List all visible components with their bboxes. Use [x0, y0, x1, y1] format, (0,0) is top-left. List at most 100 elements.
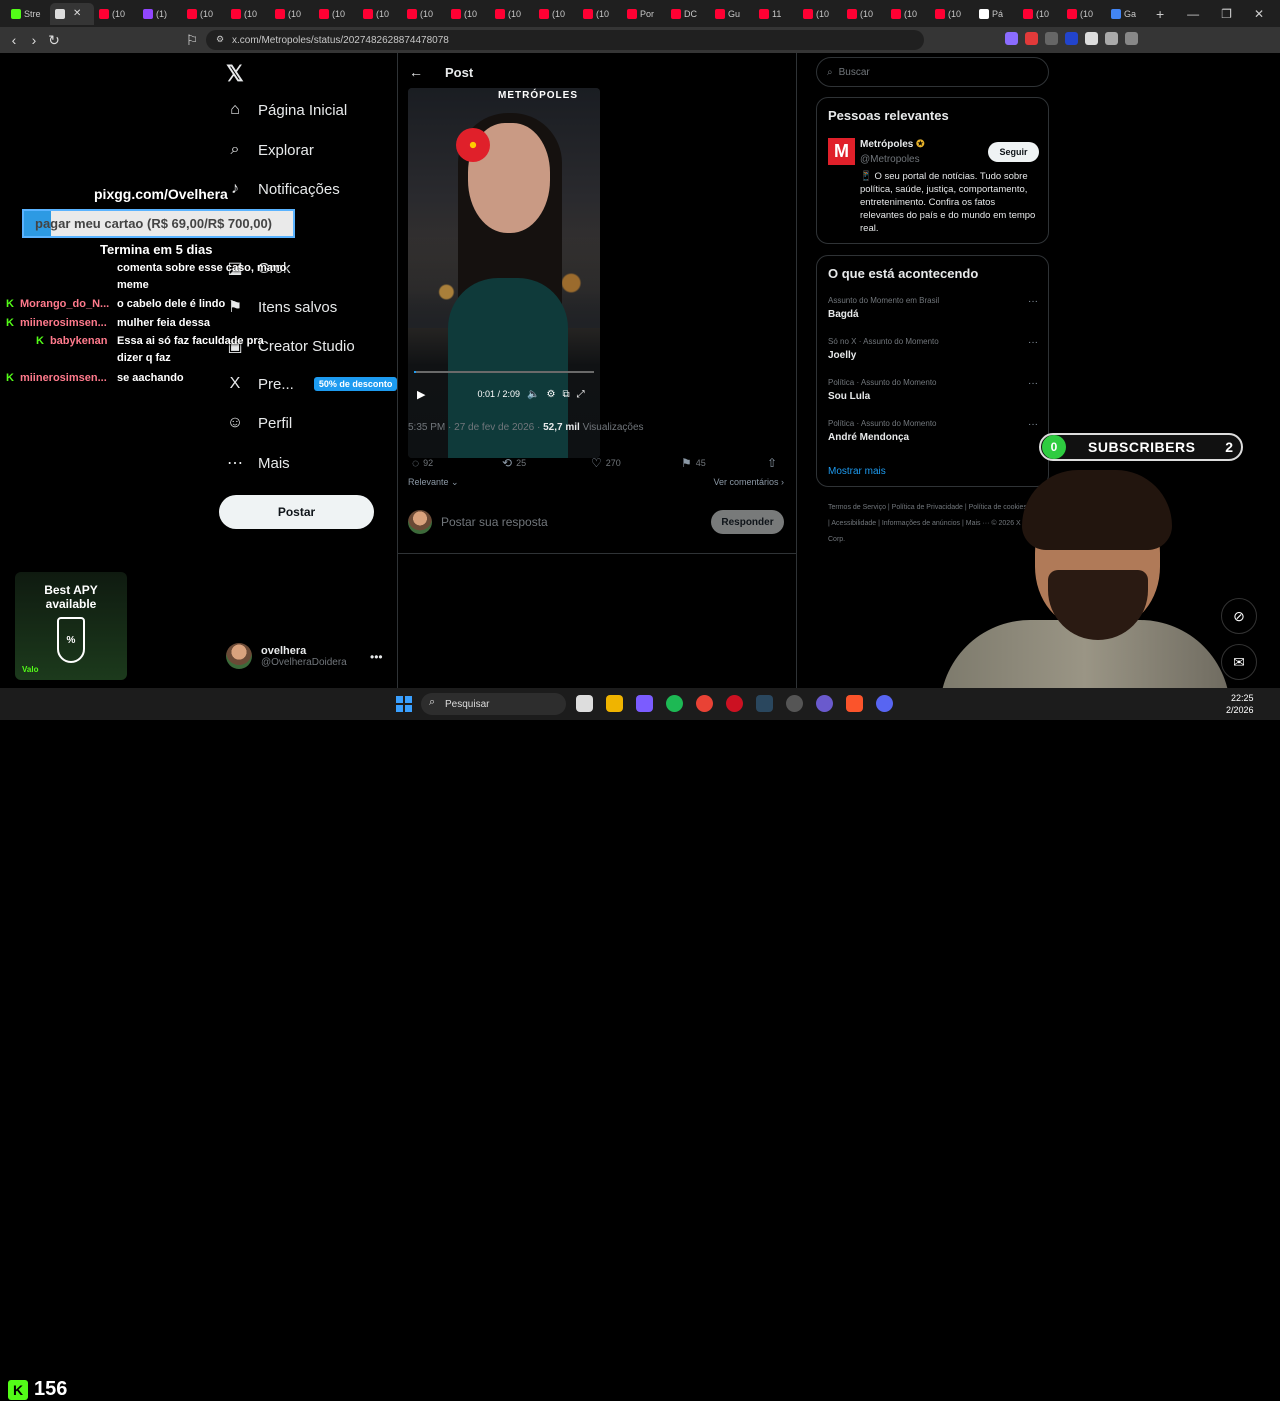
folder-icon[interactable]	[606, 695, 623, 712]
file-explorer-icon[interactable]	[576, 695, 593, 712]
browser-tab[interactable]: (10	[930, 3, 974, 25]
browser-tab[interactable]: 11	[754, 3, 798, 25]
more-icon[interactable]: ···	[1028, 296, 1038, 307]
browser-tab[interactable]: (10	[270, 3, 314, 25]
extension-icon[interactable]	[1005, 32, 1018, 45]
brave-icon[interactable]	[846, 695, 863, 712]
browser-tab[interactable]: (10	[578, 3, 622, 25]
volume-icon[interactable]: 🔈	[527, 389, 539, 400]
browser-tab[interactable]: (10	[1018, 3, 1062, 25]
more-icon[interactable]: ···	[1028, 337, 1038, 348]
trend-item[interactable]: Política · Assunto do Momento Sou Lula ···	[828, 378, 1038, 402]
x-logo-icon[interactable]: 𝕏	[226, 61, 244, 87]
pip-icon[interactable]: ⧉	[562, 389, 569, 400]
show-more-link[interactable]: Mostrar mais	[828, 466, 886, 477]
browser-tab[interactable]: (10	[358, 3, 402, 25]
browser-tab[interactable]: (10	[314, 3, 358, 25]
messages-float-icon[interactable]: ✉	[1221, 644, 1257, 680]
post-timestamp[interactable]: 5:35 PM · 27 de fev de 2026 ·	[408, 422, 543, 433]
extension-icon[interactable]	[1125, 32, 1138, 45]
browser-tab[interactable]: (10	[226, 3, 270, 25]
fullscreen-icon[interactable]: ⤢	[577, 389, 585, 400]
metropoles-logo-icon[interactable]: M	[828, 138, 855, 165]
premium-discount-badge[interactable]: 50% de desconto	[313, 377, 398, 391]
post-button[interactable]: Postar	[219, 495, 374, 529]
nav-item[interactable]: ⌕ Explorar	[226, 141, 314, 159]
browser-tab[interactable]: DC	[666, 3, 710, 25]
sort-dropdown[interactable]: Relevante ⌄	[408, 477, 459, 488]
spotify-icon[interactable]	[666, 695, 683, 712]
back-arrow-icon[interactable]: ←	[409, 64, 423, 80]
back-icon[interactable]: ‹	[4, 32, 24, 48]
repost-action[interactable]: ⟲ 25	[502, 456, 591, 470]
browser-tab[interactable]: (10	[446, 3, 490, 25]
browser-tab[interactable]: (10	[1062, 3, 1106, 25]
reload-icon[interactable]: ↻	[44, 32, 64, 49]
extension-icon[interactable]	[1085, 32, 1098, 45]
browser-tab[interactable]: Por	[622, 3, 666, 25]
browser-tab[interactable]: (10	[182, 3, 226, 25]
opera-icon[interactable]	[726, 695, 743, 712]
profile-name[interactable]: Metrópoles ✪	[860, 139, 925, 150]
grok-float-icon[interactable]: ⊘	[1221, 598, 1257, 634]
tab-close-icon[interactable]: ✕	[73, 8, 81, 19]
video-player[interactable]: METRÓPOLES ▶ 0:01 / 2:09 🔈 ⚙ ⧉ ⤢	[408, 88, 600, 458]
more-icon[interactable]: •••	[370, 650, 383, 664]
taskbar-search[interactable]: ⌕ Pesquisar	[421, 693, 566, 715]
browser-tab[interactable]: (10	[534, 3, 578, 25]
browser-tab[interactable]: (10	[94, 3, 138, 25]
trend-item[interactable]: Só no X · Assunto do Momento Joelly ···	[828, 337, 1038, 361]
browser-tab[interactable]: (10	[798, 3, 842, 25]
forward-icon[interactable]: ›	[24, 32, 44, 48]
extension-icon[interactable]	[1065, 32, 1078, 45]
trend-item[interactable]: Assunto do Momento em Brasil Bagdá ···	[828, 296, 1038, 320]
maximize-icon[interactable]: ❐	[1221, 7, 1232, 21]
app-icon[interactable]	[786, 695, 803, 712]
browser-tab[interactable]: Ga	[1106, 3, 1150, 25]
view-comments-link[interactable]: Ver comentários ›	[713, 477, 784, 488]
play-icon[interactable]: ▶	[417, 388, 425, 401]
puzzle-icon[interactable]	[1105, 32, 1118, 45]
chrome-icon[interactable]	[696, 695, 713, 712]
browser-tab[interactable]: Gu	[710, 3, 754, 25]
bookmark-page-icon[interactable]: ⚐	[182, 32, 202, 49]
share-action[interactable]: ⇧	[767, 456, 777, 470]
url-bar[interactable]: ⚙ x.com/Metropoles/status/20274826288744…	[206, 30, 924, 50]
app-icon[interactable]	[636, 695, 653, 712]
close-window-icon[interactable]: ✕	[1254, 7, 1264, 21]
steam-icon[interactable]	[756, 695, 773, 712]
search-input[interactable]: ⌕ Buscar	[816, 57, 1049, 87]
extension-icon[interactable]	[1025, 32, 1038, 45]
nav-item[interactable]: ☺ Perfil	[226, 414, 292, 432]
app-icon[interactable]	[816, 695, 833, 712]
nav-item[interactable]: X Pre... 50% de desconto	[226, 375, 398, 393]
discord-icon[interactable]	[876, 695, 893, 712]
browser-tab[interactable]: Pá	[974, 3, 1018, 25]
nav-item[interactable]: ⌂ Página Inicial	[226, 101, 347, 119]
browser-tab[interactable]: (1)	[138, 3, 182, 25]
trend-item[interactable]: Política · Assunto do Momento André Mendo…	[828, 419, 1038, 443]
windows-start-icon[interactable]	[396, 696, 412, 712]
reply-action[interactable]: ◌ 92	[412, 456, 502, 470]
browser-tab[interactable]: (10	[402, 3, 446, 25]
browser-tab[interactable]: Stre	[6, 3, 50, 25]
video-progress-bar[interactable]	[414, 371, 594, 373]
browser-tab[interactable]: (10	[886, 3, 930, 25]
like-action[interactable]: ♡ 270	[591, 456, 681, 470]
more-icon[interactable]: ···	[1028, 419, 1038, 430]
bookmark-action[interactable]: ⚑ 45	[681, 456, 767, 470]
nav-item[interactable]: ⚑ Itens salvos	[226, 297, 337, 317]
follow-button[interactable]: Seguir	[988, 142, 1039, 162]
extension-icon[interactable]	[1045, 32, 1058, 45]
settings-icon[interactable]: ⚙	[546, 389, 555, 400]
nav-item[interactable]: ♪ Notificações	[226, 180, 340, 198]
site-info-icon[interactable]: ⚙	[216, 34, 224, 45]
browser-tab[interactable]: (10	[842, 3, 886, 25]
minimize-icon[interactable]: —	[1187, 7, 1199, 21]
reply-input[interactable]: Postar sua resposta	[441, 515, 711, 529]
nav-item[interactable]: ⋯ Mais	[226, 453, 290, 473]
more-icon[interactable]: ···	[1028, 378, 1038, 389]
browser-tab[interactable]: (10	[490, 3, 534, 25]
new-tab-icon[interactable]: +	[1156, 6, 1164, 22]
browser-tab[interactable]: ✕	[50, 2, 94, 25]
